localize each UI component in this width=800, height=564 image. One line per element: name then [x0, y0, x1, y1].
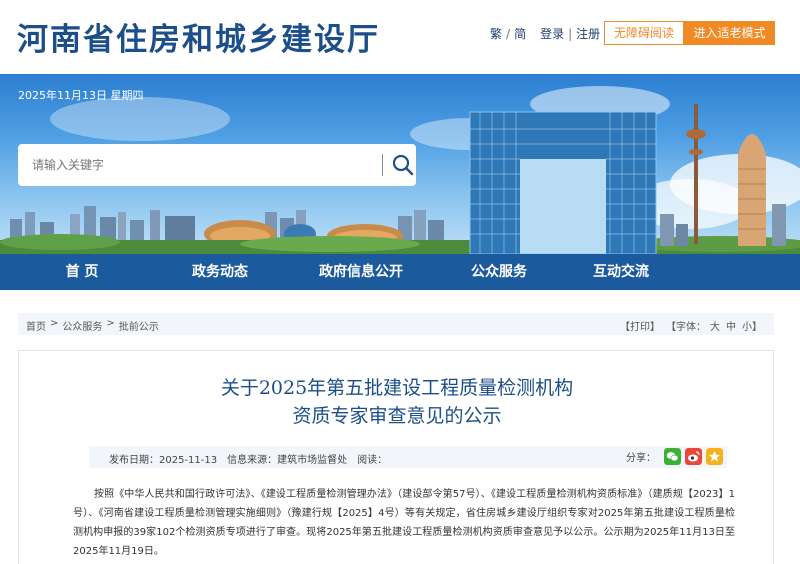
print-button[interactable]: 【打印】	[620, 318, 660, 333]
article: 关于2025年第五批建设工程质量检测机构 资质专家审查意见的公示 发布日期：20…	[18, 350, 774, 564]
traditional-chinese-link[interactable]: 繁	[490, 25, 502, 42]
share-label: 分享：	[626, 453, 656, 464]
simplified-chinese-link[interactable]: 简	[514, 25, 526, 42]
font-size-label: 【字体：	[666, 322, 706, 333]
header: 河南省住房和城乡建设厅 繁 / 简 登录 | 注册 无障碍阅读 进入适老模式	[0, 0, 800, 74]
accessibility-button[interactable]: 无障碍阅读	[604, 21, 684, 45]
read-count: 阅读：	[357, 455, 388, 466]
banner: 2025年11月13日 星期四	[0, 74, 800, 254]
article-body: 按照《中华人民共和国行政许可法》、《建设工程质量检测管理办法》（建设部令第57号…	[73, 489, 735, 557]
font-size-medium[interactable]: 中	[726, 318, 736, 333]
search-icon	[392, 154, 414, 176]
nav-item-information-disclosure[interactable]: 政府信息公开	[276, 254, 446, 290]
favorite-icon[interactable]	[706, 448, 723, 465]
current-date: 2025年11月13日 星期四	[18, 89, 144, 102]
divider: |	[568, 26, 573, 41]
font-size-end: 】	[752, 322, 762, 333]
divider: /	[506, 26, 511, 41]
nav-item-home[interactable]: 首 页	[0, 254, 164, 290]
nav-item-government-news[interactable]: 政务动态	[164, 254, 276, 290]
main-nav: 首 页 政务动态 政府信息公开 公众服务 互动交流	[0, 254, 800, 290]
font-size-small[interactable]: 小	[742, 318, 752, 333]
breadcrumb-home[interactable]: 首页	[26, 318, 46, 333]
weibo-icon[interactable]	[685, 448, 702, 465]
search-input[interactable]	[32, 155, 362, 175]
article-meta: 发布日期：2025-11-13 信息来源：建筑市场监督处 阅读： 分享：	[89, 446, 727, 468]
share-bar: 分享：	[626, 448, 723, 465]
divider	[382, 154, 383, 176]
nav-item-public-services[interactable]: 公众服务	[446, 254, 552, 290]
breadcrumb: 首页 > 公众服务 > 批前公示	[26, 318, 159, 333]
breadcrumb-bar: 首页 > 公众服务 > 批前公示 【打印】 【字体： 大 中 小 】	[18, 313, 774, 335]
publish-date: 发布日期：2025-11-13	[109, 455, 218, 466]
site-title[interactable]: 河南省住房和城乡建设厅	[17, 14, 380, 59]
font-size-large[interactable]: 大	[710, 318, 720, 333]
wechat-icon[interactable]	[664, 448, 681, 465]
breadcrumb-public-services[interactable]: 公众服务	[62, 318, 102, 333]
search-button[interactable]	[390, 152, 416, 178]
search-box	[18, 144, 416, 186]
login-link[interactable]: 登录	[540, 25, 564, 42]
breadcrumb-pre-approval-notice[interactable]: 批前公示	[119, 318, 159, 333]
article-title-line2: 资质专家审查意见的公示	[292, 405, 502, 427]
article-title-line1: 关于2025年第五批建设工程质量检测机构	[220, 377, 574, 399]
elder-mode-button[interactable]: 进入适老模式	[684, 21, 775, 45]
page-tools: 【打印】 【字体： 大 中 小 】	[620, 318, 762, 333]
info-source: 信息来源：建筑市场监督处	[227, 455, 348, 466]
top-links: 繁 / 简 登录 | 注册	[490, 25, 600, 42]
register-link[interactable]: 注册	[576, 25, 600, 42]
nav-item-interaction[interactable]: 互动交流	[552, 254, 690, 290]
